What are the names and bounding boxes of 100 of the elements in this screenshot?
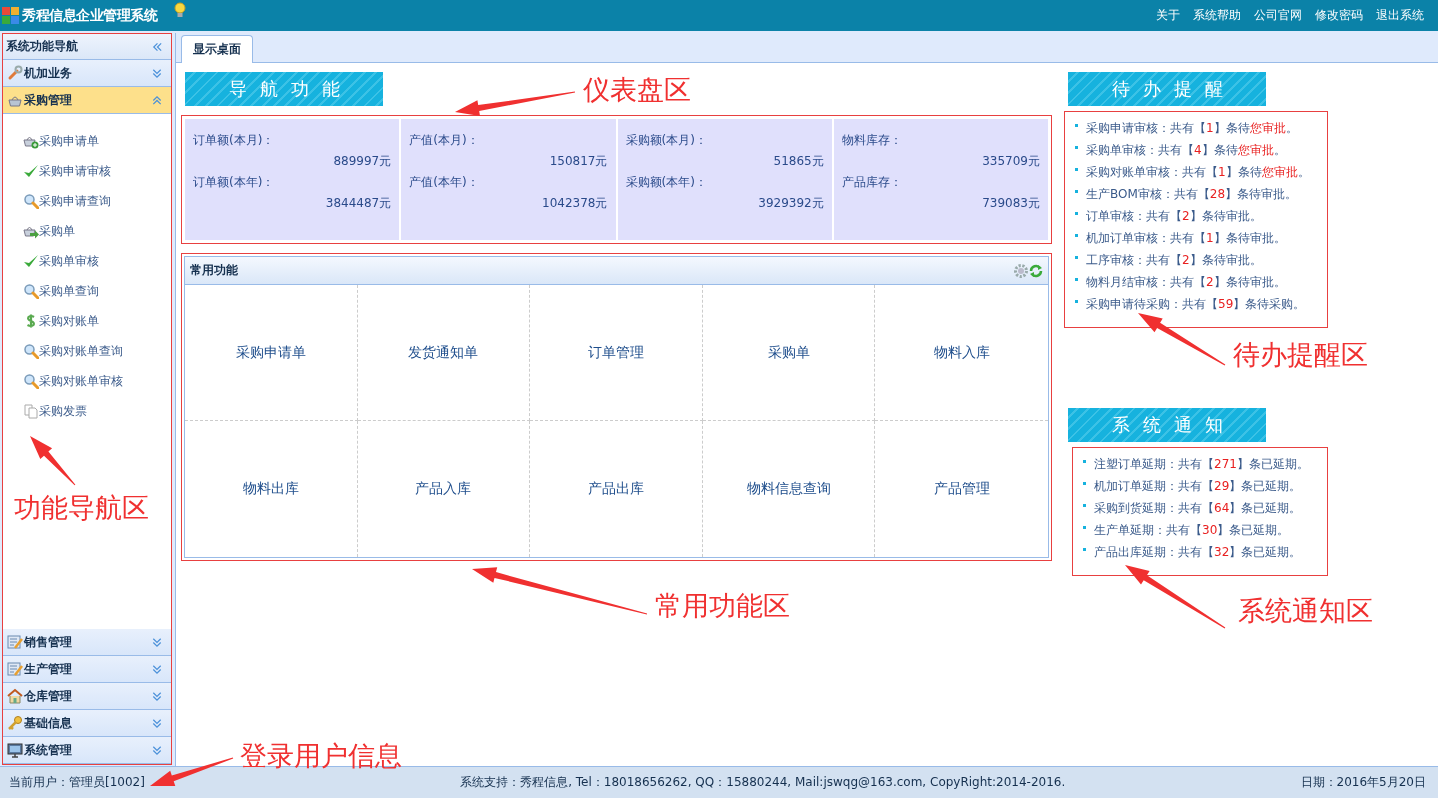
expand-icon[interactable]	[151, 690, 163, 702]
header-link[interactable]: 退出系统	[1376, 7, 1424, 24]
stat-label: 订单额(本月)：	[193, 132, 276, 149]
sidebar-item[interactable]: 采购单	[23, 216, 75, 246]
app-title: 秀程信息企业管理系统	[22, 6, 157, 25]
shortcut-link[interactable]: 物料出库	[240, 478, 301, 500]
sidebar-section[interactable]: 基础信息	[3, 710, 171, 737]
key-icon	[7, 715, 23, 731]
sidebar-item[interactable]: 采购对账单查询	[23, 336, 123, 366]
section-banner: 导航功能	[185, 72, 383, 106]
date-text: 日期：2016年5月20日	[1300, 774, 1426, 791]
monitor-icon	[7, 742, 23, 758]
house-icon	[7, 688, 23, 704]
sidebar-item[interactable]: 采购对账单	[23, 306, 99, 336]
collapse-icon[interactable]	[151, 40, 163, 53]
message-text[interactable]: 生产BOM审核：共有【28】条待审批。	[1086, 185, 1298, 203]
sidebar-item[interactable]: 采购申请单	[23, 126, 99, 156]
panel-title: 常用功能	[190, 262, 239, 279]
sidebar-section[interactable]: 销售管理	[3, 629, 171, 656]
stat-value: 3844487元	[325, 195, 392, 212]
message-text[interactable]: 采购对账单审核：共有【1】条待您审批。	[1086, 163, 1310, 181]
message-text[interactable]: 物料月结审核：共有【2】条待审批。	[1086, 273, 1286, 291]
annotation-label: 功能导航区	[14, 494, 149, 521]
checkmark-icon	[23, 163, 39, 179]
sidebar-item[interactable]: 采购申请审核	[23, 156, 111, 186]
shortcut-link[interactable]: 物料信息查询	[744, 478, 833, 500]
tab[interactable]: 显示桌面	[181, 35, 253, 63]
stat-value: 739083元	[982, 195, 1040, 212]
shortcut-link[interactable]: 采购申请单	[233, 341, 308, 364]
message-text[interactable]: 采购申请审核：共有【1】条待您审批。	[1086, 119, 1298, 137]
expand-icon[interactable]	[151, 717, 163, 729]
annotation-label: 常用功能区	[655, 592, 790, 619]
annotation-label: 仪表盘区	[583, 76, 691, 103]
header-link[interactable]: 公司官网	[1254, 7, 1302, 24]
refresh-icon[interactable]	[1029, 262, 1043, 279]
sidebar-title: 系统功能导航	[6, 38, 78, 55]
message-text[interactable]: 订单审核：共有【2】条待审批。	[1086, 207, 1262, 225]
arrow	[30, 436, 76, 486]
sidebar-item[interactable]: 采购单查询	[23, 276, 99, 306]
stat-label: 采购额(本年)：	[625, 174, 708, 191]
sidebar-section[interactable]: 仓库管理	[3, 683, 171, 710]
search-icon	[23, 343, 39, 359]
stat-label: 产值(本年)：	[409, 174, 480, 191]
header-link[interactable]: 修改密码	[1315, 7, 1363, 24]
stat-label: 物料库存：	[841, 132, 903, 149]
message-text[interactable]: 工序审核：共有【2】条待审批。	[1086, 251, 1262, 269]
form-pencil-icon	[7, 661, 23, 677]
sidebar-section[interactable]: 采购管理	[3, 87, 171, 114]
shortcut-link[interactable]: 物料入库	[931, 341, 992, 364]
sidebar-item[interactable]: 采购对账单审核	[23, 366, 123, 396]
search-icon	[23, 193, 39, 209]
shortcut-link[interactable]: 产品出库	[586, 478, 646, 500]
expand-icon[interactable]	[151, 744, 163, 756]
sidebar-item[interactable]: 采购发票	[23, 396, 87, 426]
stat-value: 1042378元	[542, 195, 608, 212]
annotation-label: 待办提醒区	[1233, 341, 1368, 368]
message-text[interactable]: 机加订单延期：共有【29】条已延期。	[1094, 477, 1302, 495]
collapse-icon[interactable]	[151, 94, 163, 106]
lightbulb-icon[interactable]	[173, 1, 187, 18]
header-link[interactable]: 关于	[1156, 7, 1180, 24]
support-info: 系统支持：秀程信息, Tel：18018656262, QQ：15880244, Mail:jswqg@163.com, CopyRight:2014-2016.	[460, 775, 1066, 789]
shortcut-link[interactable]: 产品入库	[413, 478, 474, 500]
expand-icon[interactable]	[151, 67, 163, 79]
sidebar-section[interactable]: 系统管理	[3, 737, 171, 764]
search-icon	[23, 373, 39, 389]
user-name: 管理员[1002]	[69, 775, 145, 789]
annotation-label: 登录用户信息	[240, 742, 402, 769]
shortcut-link[interactable]: 订单管理	[586, 341, 646, 364]
section-banner: 待办提醒	[1068, 72, 1266, 106]
stat-label: 产品库存：	[841, 174, 903, 191]
shortcut-link[interactable]: 采购单	[765, 341, 812, 364]
documents-icon	[23, 403, 39, 419]
form-pencil-icon	[7, 634, 23, 650]
expand-icon[interactable]	[151, 663, 163, 675]
settings-icon[interactable]	[1013, 262, 1029, 279]
sidebar-item[interactable]: 采购申请查询	[23, 186, 111, 216]
message-text[interactable]: 采购单审核：共有【4】条待您审批。	[1086, 141, 1286, 159]
message-text[interactable]: 注塑订单延期：共有【271】条已延期。	[1094, 455, 1309, 473]
stat-label: 产值(本月)：	[409, 132, 480, 149]
message-text[interactable]: 生产单延期：共有【30】条已延期。	[1094, 521, 1290, 539]
sidebar-section[interactable]: 生产管理	[3, 656, 171, 683]
search-icon	[23, 283, 39, 299]
wrench-icon	[7, 65, 23, 81]
shortcut-link[interactable]: 产品管理	[931, 478, 992, 500]
sidebar-item[interactable]: 采购单审核	[23, 246, 99, 276]
user-label: 当前用户：	[9, 775, 69, 789]
header-link[interactable]: 系统帮助	[1193, 7, 1241, 24]
message-text[interactable]: 产品出库延期：共有【32】条已延期。	[1094, 543, 1302, 561]
sidebar-section[interactable]: 机加业务	[3, 60, 171, 87]
stat-value: 889997元	[333, 153, 392, 170]
message-text[interactable]: 机加订单审核：共有【1】条待审批。	[1086, 229, 1286, 247]
stat-label: 订单额(本年)：	[193, 174, 276, 191]
message-text[interactable]: 采购到货延期：共有【64】条已延期。	[1094, 499, 1302, 517]
stat-value: 150817元	[549, 153, 608, 170]
message-text[interactable]: 采购申请待采购：共有【59】条待采购。	[1086, 295, 1306, 313]
checkmark-icon	[23, 253, 39, 269]
stat-label: 采购额(本月)：	[625, 132, 708, 149]
shortcut-link[interactable]: 发货通知单	[406, 341, 481, 364]
expand-icon[interactable]	[151, 636, 163, 648]
section-banner: 系统通知	[1068, 408, 1266, 442]
